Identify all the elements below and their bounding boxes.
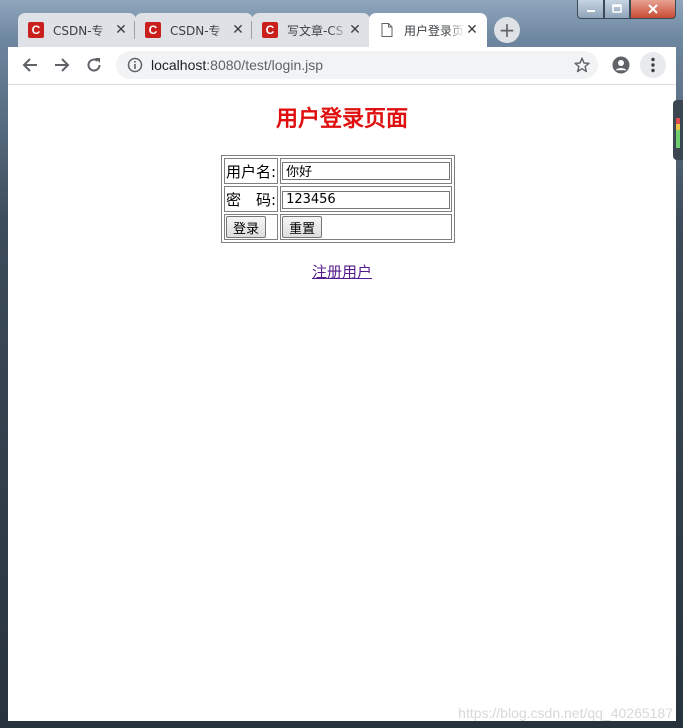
- password-label: 密 码:: [224, 186, 279, 212]
- star-icon[interactable]: [574, 57, 590, 77]
- menu-kebab-icon: [651, 57, 655, 73]
- address-bar[interactable]: localhost:8080/test/login.jsp: [116, 51, 598, 79]
- reload-button[interactable]: [81, 52, 107, 78]
- browser-toolbar: localhost:8080/test/login.jsp: [8, 47, 676, 85]
- account-icon: [612, 56, 630, 74]
- watermark: https://blog.csdn.net/qq_40265187: [458, 705, 673, 721]
- forward-arrow-icon: [55, 58, 70, 72]
- tab-csdn-2[interactable]: C CSDN-专 ✕: [135, 13, 253, 47]
- username-row: 用户名:: [224, 158, 453, 184]
- tab-close-icon[interactable]: ✕: [348, 22, 362, 38]
- tab-user-login[interactable]: 用户登录页 ✕: [369, 13, 487, 47]
- browser-window: C CSDN-专 ✕ C CSDN-专 ✕ C 写文章-CS ✕ 用户登录页 ✕…: [0, 0, 683, 728]
- csdn-icon: C: [145, 22, 161, 38]
- csdn-icon: C: [28, 22, 44, 38]
- side-meter-widget: [673, 100, 683, 160]
- buttons-row: 登录 重置: [224, 214, 453, 240]
- back-arrow-icon: [22, 58, 37, 72]
- forward-button[interactable]: [49, 52, 75, 78]
- reload-icon: [87, 58, 101, 72]
- username-cell: [280, 158, 453, 184]
- csdn-icon: C: [262, 22, 278, 38]
- page-icon: [379, 23, 395, 37]
- back-button[interactable]: [17, 52, 43, 78]
- url-text: localhost:8080/test/login.jsp: [151, 57, 323, 73]
- reset-button-cell: 重置: [280, 214, 453, 240]
- login-form-table: 用户名: 密 码: 登录 重置: [221, 155, 456, 243]
- password-row: 密 码:: [224, 186, 453, 212]
- new-tab-button[interactable]: +: [494, 17, 520, 43]
- username-input[interactable]: [282, 161, 451, 180]
- tab-title: CSDN-专: [170, 23, 221, 38]
- login-button-cell: 登录: [224, 214, 279, 240]
- page-title: 用户登录页面: [275, 107, 408, 132]
- password-cell: [280, 186, 453, 212]
- tab-title: CSDN-专: [53, 23, 104, 38]
- register-link-container: 注册用户: [8, 261, 676, 282]
- tab-write-article[interactable]: C 写文章-CS ✕: [252, 13, 370, 47]
- account-button[interactable]: [608, 52, 634, 78]
- tab-title: 写文章-CS: [287, 23, 344, 38]
- page-viewport: 用户登录页面 用户名: 密 码: 登录 重置: [8, 85, 676, 721]
- tab-close-icon[interactable]: ✕: [231, 22, 245, 38]
- meter-bars: [676, 118, 680, 148]
- info-icon[interactable]: [127, 57, 143, 73]
- url-path: :8080/test/login.jsp: [206, 57, 324, 73]
- reset-button[interactable]: 重置: [282, 216, 323, 238]
- tab-close-icon[interactable]: ✕: [114, 22, 128, 38]
- password-input[interactable]: [282, 190, 451, 209]
- url-host: localhost: [151, 57, 207, 73]
- register-link[interactable]: 注册用户: [312, 263, 372, 281]
- tab-strip: C CSDN-专 ✕ C CSDN-专 ✕ C 写文章-CS ✕ 用户登录页 ✕…: [10, 13, 673, 47]
- tab-title: 用户登录页: [404, 23, 465, 38]
- username-label: 用户名:: [224, 158, 279, 184]
- tab-csdn-1[interactable]: C CSDN-专 ✕: [18, 13, 136, 47]
- menu-button[interactable]: [640, 52, 666, 78]
- login-button[interactable]: 登录: [226, 216, 267, 238]
- tab-close-icon[interactable]: ✕: [465, 22, 479, 38]
- plus-icon: +: [498, 18, 516, 42]
